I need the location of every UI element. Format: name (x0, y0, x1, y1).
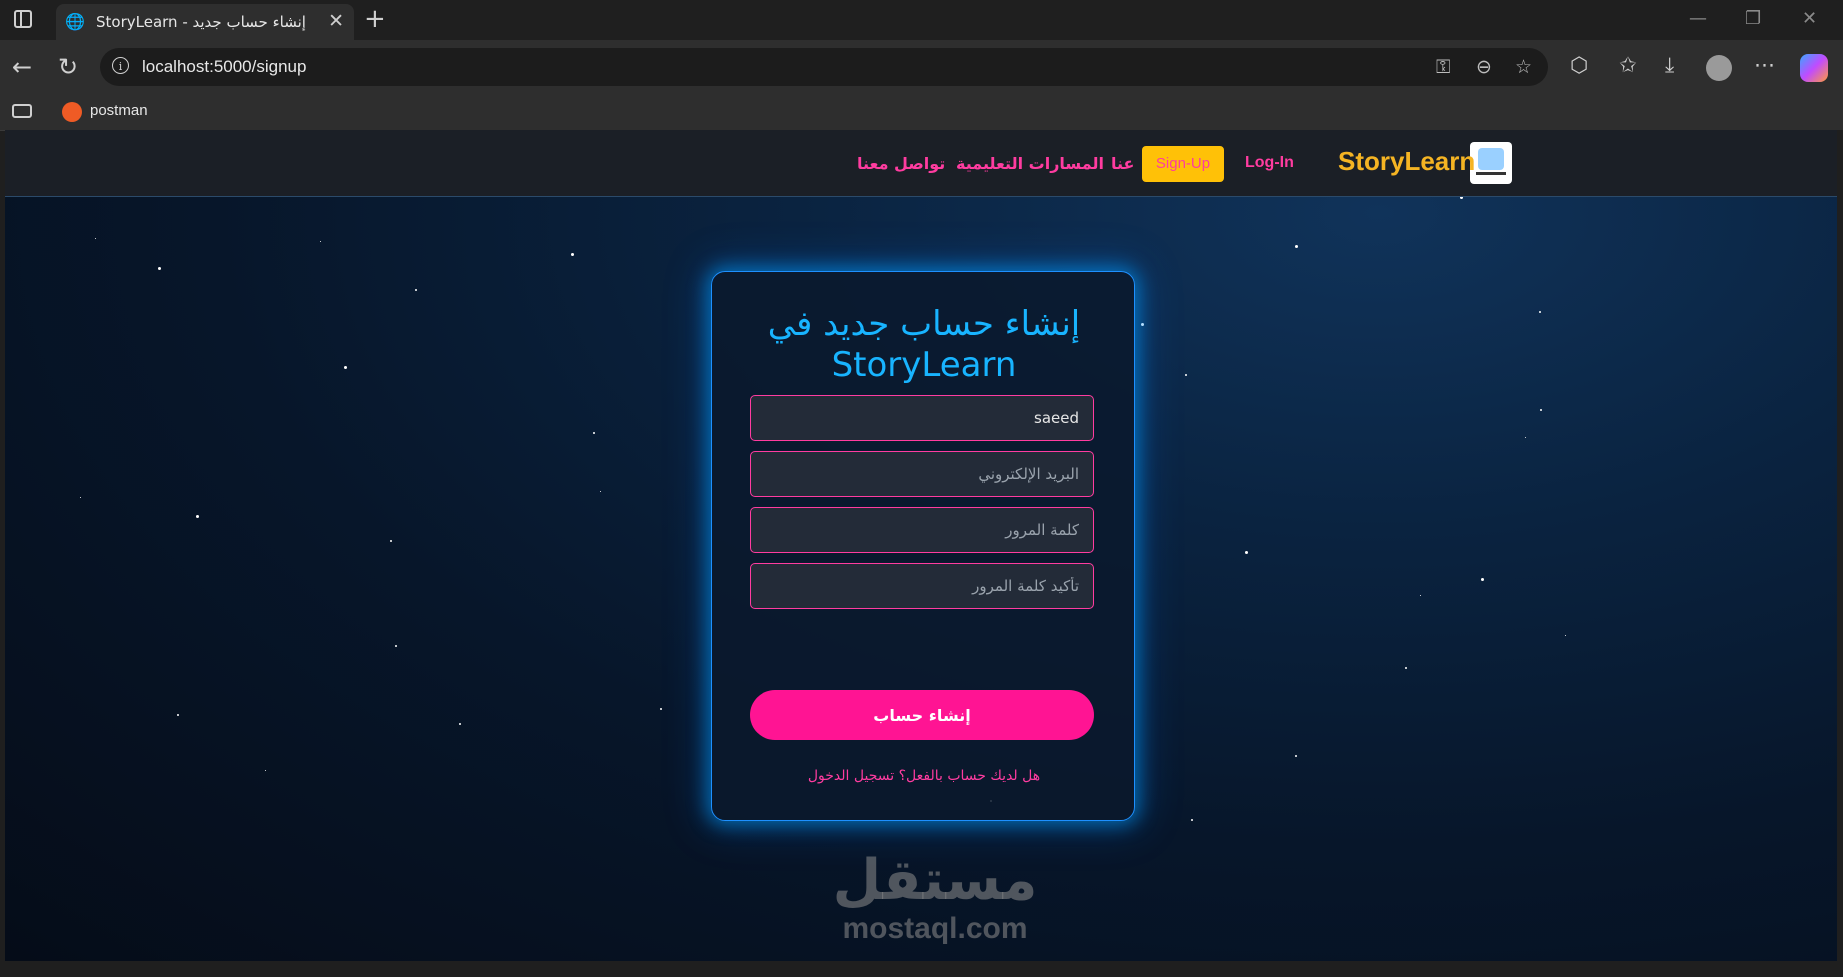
star (196, 515, 199, 518)
nav-contact[interactable]: تواصل معنا (857, 154, 945, 173)
nav-signup-button[interactable]: Sign-Up (1142, 146, 1224, 182)
close-tab-icon[interactable]: ✕ (328, 10, 344, 32)
star (459, 723, 461, 725)
site-logo[interactable] (1470, 142, 1512, 184)
copilot-icon[interactable] (1800, 54, 1828, 82)
star (593, 432, 595, 434)
minimize-icon[interactable]: — (1689, 8, 1707, 29)
star (395, 645, 397, 647)
star (1525, 437, 1526, 438)
star (1295, 245, 1298, 248)
bookmarks-bar: postman (0, 96, 1843, 131)
watermark-latin: mostaql.com (842, 912, 1028, 945)
favorites-icon[interactable]: ✩ (1619, 53, 1637, 77)
refresh-icon[interactable]: ↻ (58, 53, 78, 81)
zoom-icon[interactable]: ⊖ (1476, 56, 1492, 78)
star (1295, 755, 1297, 757)
new-tab-button[interactable]: + (364, 4, 386, 34)
email-field[interactable] (750, 451, 1094, 497)
star (344, 366, 347, 369)
username-field[interactable] (750, 395, 1094, 441)
star (95, 238, 96, 239)
star (1481, 578, 1484, 581)
globe-icon: 🌐 (65, 12, 85, 31)
back-icon[interactable]: ← (12, 53, 32, 81)
browser-tab[interactable]: 🌐 StoryLearn - إنشاء حساب جديد ✕ (56, 4, 354, 40)
star (158, 267, 161, 270)
star (320, 241, 321, 242)
page-viewport: StoryLearn Log-In Sign-Up عنا المسارات ا… (5, 130, 1837, 961)
close-window-icon[interactable]: ✕ (1802, 8, 1817, 29)
address-toolbar: ← ↻ i localhost:5000/signup ⚿ ⊖ ☆ ⬡ ✩ ⤓ … (0, 40, 1843, 96)
star (1420, 595, 1421, 596)
bookmark-postman[interactable]: postman (90, 102, 148, 119)
address-bar[interactable]: i localhost:5000/signup ⚿ ⊖ ☆ (100, 48, 1548, 86)
star (660, 708, 662, 710)
downloads-icon[interactable]: ⤓ (1665, 53, 1674, 78)
star (1540, 409, 1542, 411)
star (265, 770, 266, 771)
login-link[interactable]: هل لديك حساب بالفعل؟ تسجيل الدخول (712, 768, 1136, 784)
star (390, 540, 392, 542)
password-field[interactable] (750, 507, 1094, 553)
scrollbar-track[interactable] (1837, 130, 1843, 977)
star (1565, 635, 1566, 636)
brand-name[interactable]: StoryLearn (1338, 146, 1475, 177)
sidebar-toggle-icon[interactable] (14, 10, 32, 28)
watermark-arabic: مستقل (832, 848, 1038, 913)
mostaql-watermark: مستقل mostaql.com (785, 850, 1085, 946)
star (1141, 323, 1144, 326)
star (1191, 819, 1193, 821)
site-header: StoryLearn Log-In Sign-Up عنا المسارات ا… (5, 130, 1837, 197)
signup-card: إنشاء حساب جديد في StoryLearn إنشاء حساب… (711, 271, 1135, 821)
profile-avatar[interactable] (1706, 55, 1732, 81)
more-menu-icon[interactable]: ⋯ (1754, 53, 1775, 77)
restore-icon[interactable]: ❐ (1745, 8, 1761, 29)
star (600, 491, 601, 492)
star (177, 714, 179, 716)
favorite-star-icon[interactable]: ☆ (1515, 56, 1532, 78)
star (415, 289, 417, 291)
collections-icon[interactable] (12, 104, 32, 118)
extensions-icon[interactable]: ⬡ (1570, 53, 1588, 77)
nav-login[interactable]: Log-In (1245, 154, 1294, 172)
key-icon[interactable]: ⚿ (1436, 56, 1450, 78)
nav-learning-paths[interactable]: المسارات التعليمية (956, 154, 1104, 173)
url-text[interactable]: localhost:5000/signup (142, 57, 306, 77)
star (80, 497, 81, 498)
star (1539, 311, 1541, 313)
star (1405, 667, 1407, 669)
window-bottom-edge (0, 961, 1843, 977)
postman-icon (62, 102, 82, 122)
confirm-password-field[interactable] (750, 563, 1094, 609)
star (571, 253, 574, 256)
create-account-button[interactable]: إنشاء حساب (750, 690, 1094, 740)
logo-image-icon (1478, 148, 1504, 170)
form-title: إنشاء حساب جديد في StoryLearn (767, 304, 1081, 385)
site-info-icon[interactable]: i (112, 57, 129, 74)
browser-tab-strip: 🌐 StoryLearn - إنشاء حساب جديد ✕ + — ❐ ✕ (0, 0, 1843, 40)
nav-about[interactable]: عنا (1111, 154, 1134, 173)
tab-title: StoryLearn - إنشاء حساب جديد (96, 13, 306, 31)
star (1185, 374, 1187, 376)
star (1245, 551, 1248, 554)
